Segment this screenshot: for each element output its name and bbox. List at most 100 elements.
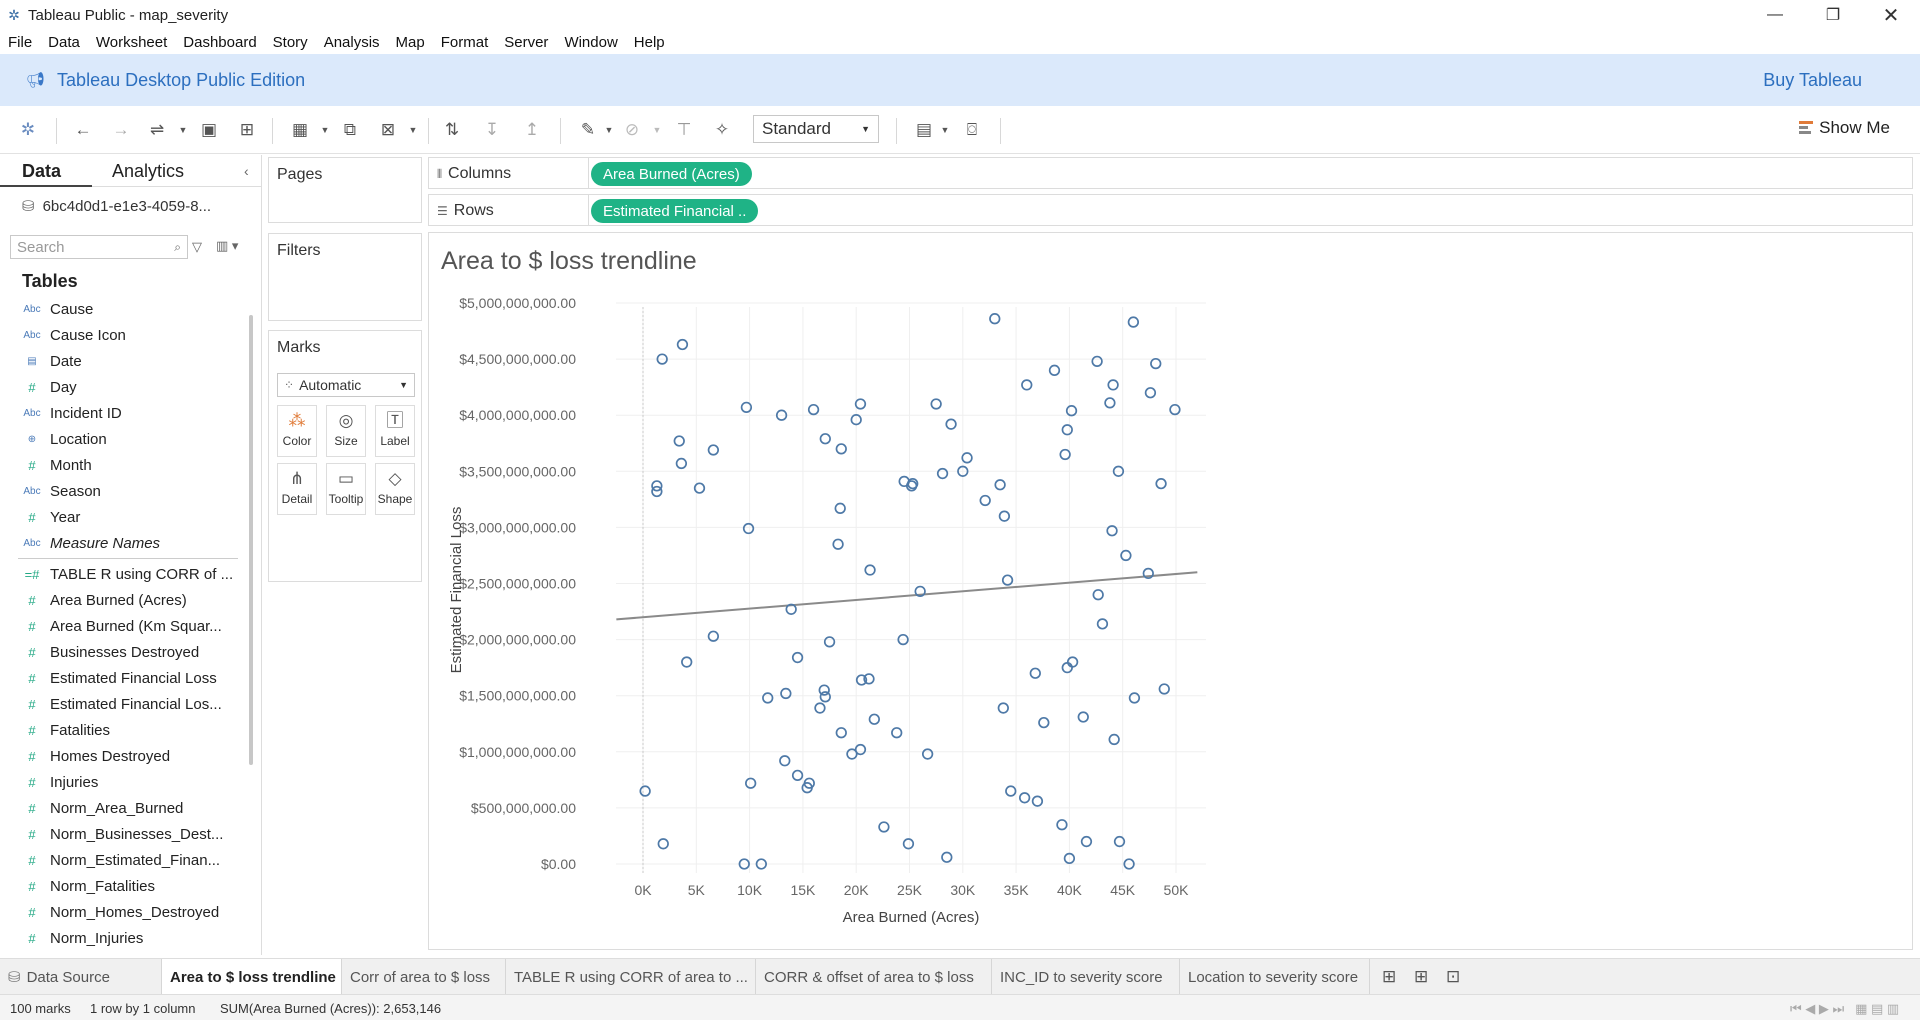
filter-fields-icon[interactable]: ▽ — [192, 239, 202, 255]
menu-data[interactable]: Data — [40, 34, 88, 51]
field-item[interactable]: # Year — [0, 504, 248, 530]
field-item[interactable]: # Month — [0, 452, 248, 478]
columns-shelf[interactable]: ⫴ Columns Area Burned (Acres) — [428, 157, 1913, 189]
mark-type-select[interactable]: ⁘ Automatic ▼ — [277, 373, 415, 397]
sort-ascending-icon[interactable]: ↧ — [480, 118, 504, 142]
measure-item[interactable]: # Injuries — [0, 769, 248, 795]
menu-help[interactable]: Help — [626, 34, 673, 51]
menu-dashboard[interactable]: Dashboard — [175, 34, 264, 51]
fit-select[interactable]: Standard ▼ — [753, 115, 879, 143]
measure-item[interactable]: # Businesses Destroyed — [0, 639, 248, 665]
show-me-button[interactable]: Show Me — [1799, 118, 1890, 138]
rows-shelf[interactable]: ☰ Rows Estimated Financial .. — [428, 194, 1913, 226]
collapse-pane-icon[interactable]: ‹ — [244, 163, 249, 179]
new-dashboard-icon[interactable]: ⊞ — [1406, 959, 1436, 995]
rows-pill[interactable]: Estimated Financial .. — [591, 199, 759, 223]
menu-worksheet[interactable]: Worksheet — [88, 34, 175, 51]
data-source-item[interactable]: ⛁ 6bc4d0d1-e1e3-4059-8... — [22, 197, 211, 216]
columns-pill[interactable]: Area Burned (Acres) — [591, 162, 752, 186]
show-cards-dropdown-icon[interactable]: ▼ — [940, 118, 950, 142]
measure-item[interactable]: # Norm_Homes_Destroyed — [0, 899, 248, 925]
sheet-tab[interactable]: Location to severity score — [1180, 959, 1370, 995]
highlight-icon[interactable]: ✎ — [576, 118, 600, 142]
new-worksheet-dropdown-icon[interactable]: ▼ — [320, 118, 330, 142]
new-data-source-icon[interactable]: ⊞ — [236, 118, 258, 142]
shape-button[interactable]: ◇ Shape — [375, 463, 415, 515]
close-button[interactable]: ✕ — [1862, 0, 1920, 30]
new-worksheet-icon[interactable]: ⊞ — [1374, 959, 1404, 995]
tab-data[interactable]: Data — [22, 161, 61, 182]
field-item[interactable]: Abc Measure Names — [0, 530, 248, 556]
highlight-dropdown-icon[interactable]: ▼ — [604, 118, 614, 142]
sheet-tab[interactable]: CORR & offset of area to $ loss — [756, 959, 992, 995]
y-tick-label: $1,500,000,000.00 — [459, 688, 576, 704]
field-item[interactable]: Abc Incident ID — [0, 400, 248, 426]
measure-item[interactable]: # Estimated Financial Los... — [0, 691, 248, 717]
duplicate-sheet-icon[interactable]: ⧉ — [338, 118, 362, 142]
sort-descending-icon[interactable]: ↥ — [520, 118, 544, 142]
measure-item[interactable]: # Norm_Injuries — [0, 925, 248, 951]
show-labels-icon[interactable]: ⊤ — [672, 118, 696, 142]
pages-card[interactable]: Pages — [268, 157, 422, 223]
measure-item[interactable]: # Norm_Estimated_Finan... — [0, 847, 248, 873]
color-button[interactable]: ⁂ Color — [277, 405, 317, 457]
field-list-scrollbar[interactable] — [249, 315, 253, 765]
presentation-mode-icon[interactable]: ⌼ — [960, 118, 984, 142]
measure-item[interactable]: # Fatalities — [0, 717, 248, 743]
field-search-input[interactable]: Search ⌕ — [10, 235, 188, 259]
new-worksheet-icon[interactable]: ▦ — [288, 118, 312, 142]
replay-dropdown-icon[interactable]: ▼ — [178, 118, 188, 142]
tableau-start-icon[interactable]: ✲ — [18, 118, 38, 142]
view-options-icon[interactable]: ▥ ▾ — [216, 238, 238, 254]
sheet-tab[interactable]: Corr of area to $ loss — [342, 959, 506, 995]
measure-item[interactable]: # Homes Destroyed — [0, 743, 248, 769]
tab-data-source[interactable]: ⛁ Data Source — [0, 959, 162, 995]
minimize-button[interactable]: — — [1746, 0, 1804, 30]
field-item[interactable]: # Day — [0, 374, 248, 400]
replay-icon[interactable]: ⇌ — [146, 118, 168, 142]
sheet-tab[interactable]: Area to $ loss trendline — [162, 959, 342, 995]
sheet-tab[interactable]: TABLE R using CORR of area to ... — [506, 959, 756, 995]
field-item[interactable]: Abc Cause Icon — [0, 322, 248, 348]
sheet-navigation-icon[interactable]: ⏮ ◀ ▶ ⏭ ▦ ▤ ▥ — [1790, 1001, 1899, 1017]
tab-analytics[interactable]: Analytics — [112, 161, 184, 182]
restore-button[interactable]: ❐ — [1804, 0, 1862, 30]
swap-rows-columns-icon[interactable]: ⇅ — [440, 118, 464, 142]
field-item[interactable]: ⊕ Location — [0, 426, 248, 452]
measure-item[interactable]: # Area Burned (Acres) — [0, 587, 248, 613]
fix-axes-icon[interactable]: ✧ — [710, 118, 734, 142]
new-story-icon[interactable]: ⊡ — [1438, 959, 1468, 995]
detail-button[interactable]: ⋔ Detail — [277, 463, 317, 515]
menu-server[interactable]: Server — [496, 34, 556, 51]
field-item[interactable]: Abc Season — [0, 478, 248, 504]
measure-item[interactable]: # Norm_Fatalities — [0, 873, 248, 899]
menu-map[interactable]: Map — [388, 34, 433, 51]
clear-sheet-icon[interactable]: ⊠ — [376, 118, 400, 142]
group-icon[interactable]: ⊘ — [620, 118, 644, 142]
measure-item[interactable]: # Norm_Area_Burned — [0, 795, 248, 821]
undo-icon[interactable]: ← — [72, 118, 94, 142]
sheet-tab[interactable]: INC_ID to severity score — [992, 959, 1180, 995]
menu-analysis[interactable]: Analysis — [316, 34, 388, 51]
filters-card[interactable]: Filters — [268, 233, 422, 321]
field-item[interactable]: ▤ Date — [0, 348, 248, 374]
measure-item[interactable]: =# TABLE R using CORR of ... — [0, 561, 248, 587]
menu-file[interactable]: File — [0, 34, 40, 51]
measure-item[interactable]: # Estimated Financial Loss — [0, 665, 248, 691]
clear-sheet-dropdown-icon[interactable]: ▼ — [408, 118, 418, 142]
redo-icon[interactable]: → — [110, 118, 132, 142]
buy-tableau-link[interactable]: Buy Tableau — [1763, 70, 1862, 91]
save-icon[interactable]: ▣ — [198, 118, 220, 142]
show-cards-icon[interactable]: ▤ — [912, 118, 936, 142]
label-button[interactable]: 🅃︎ Label — [375, 405, 415, 457]
menu-story[interactable]: Story — [265, 34, 316, 51]
group-dropdown-icon[interactable]: ▼ — [652, 118, 662, 142]
field-item[interactable]: Abc Cause — [0, 296, 248, 322]
menu-format[interactable]: Format — [433, 34, 497, 51]
measure-item[interactable]: # Area Burned (Km Squar... — [0, 613, 248, 639]
tooltip-button[interactable]: ▭ Tooltip — [326, 463, 366, 515]
measure-item[interactable]: # Norm_Businesses_Dest... — [0, 821, 248, 847]
size-button[interactable]: ◎ Size — [326, 405, 366, 457]
menu-window[interactable]: Window — [556, 34, 625, 51]
number-type-icon: # — [28, 457, 36, 473]
